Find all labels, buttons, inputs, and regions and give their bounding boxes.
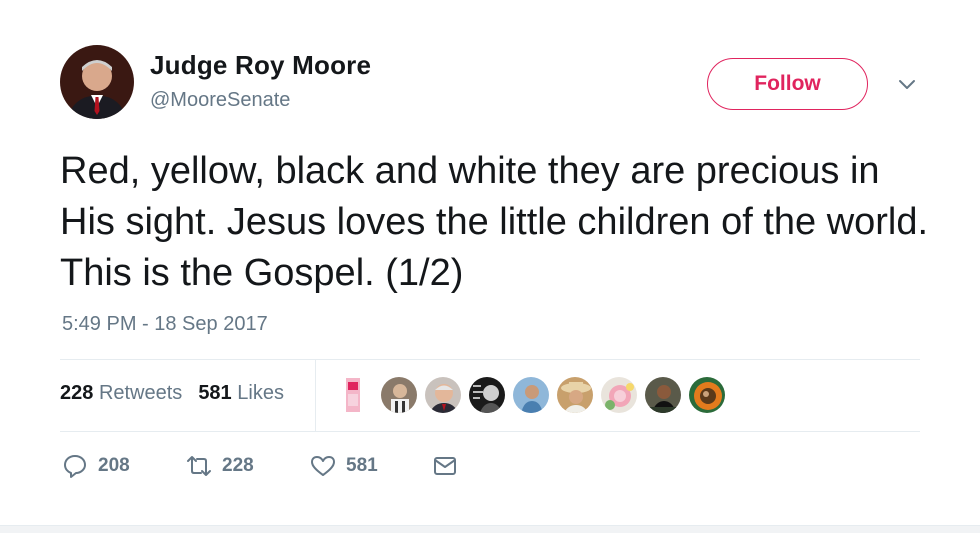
divider <box>60 431 920 432</box>
tweet-card: Judge Roy Moore @MooreSenate Follow Red,… <box>0 0 980 533</box>
divider <box>60 359 920 360</box>
author-avatar[interactable] <box>60 45 134 119</box>
card-bottom-border <box>0 525 980 533</box>
author-handle[interactable]: @MooreSenate <box>150 89 290 112</box>
like-button[interactable]: 581 <box>310 452 378 480</box>
tweet-stats: 228 Retweets 581 Likes <box>60 382 284 405</box>
retweet-button[interactable]: 228 <box>186 452 254 480</box>
like-count: 581 <box>346 455 378 476</box>
liker-avatar[interactable] <box>688 376 726 414</box>
reply-button[interactable]: 208 <box>62 452 130 480</box>
reply-count: 208 <box>98 455 130 476</box>
liker-avatar[interactable] <box>644 376 682 414</box>
reply-icon <box>64 455 86 478</box>
retweets-count: 228 <box>60 382 94 404</box>
liker-avatar[interactable] <box>556 376 594 414</box>
retweet-icon <box>187 456 211 476</box>
tweet-text: Red, yellow, black and white they are pr… <box>60 150 929 294</box>
liker-avatar[interactable] <box>424 376 462 414</box>
retweets-label: Retweets <box>98 382 183 404</box>
liker-avatar[interactable] <box>512 376 550 414</box>
liker-avatar[interactable] <box>340 376 366 414</box>
liker-avatar[interactable] <box>600 376 638 414</box>
retweets-stat[interactable]: 228 Retweets <box>60 382 182 405</box>
follow-button[interactable]: Follow <box>707 58 868 110</box>
chevron-down-icon[interactable] <box>896 76 918 94</box>
liker-avatar[interactable] <box>380 376 418 414</box>
retweet-count: 228 <box>222 455 254 476</box>
likes-label: Likes <box>237 382 284 404</box>
direct-message-button[interactable] <box>432 452 458 480</box>
heart-icon <box>311 456 335 476</box>
divider <box>315 360 316 431</box>
tweet-timestamp[interactable]: 5:49 PM - 18 Sep 2017 <box>62 313 268 336</box>
likes-count: 581 <box>198 382 232 404</box>
author-name[interactable]: Judge Roy Moore <box>150 50 371 81</box>
likes-stat[interactable]: 581 Likes <box>198 382 284 405</box>
liker-avatar[interactable] <box>468 376 506 414</box>
envelope-icon <box>434 457 456 475</box>
